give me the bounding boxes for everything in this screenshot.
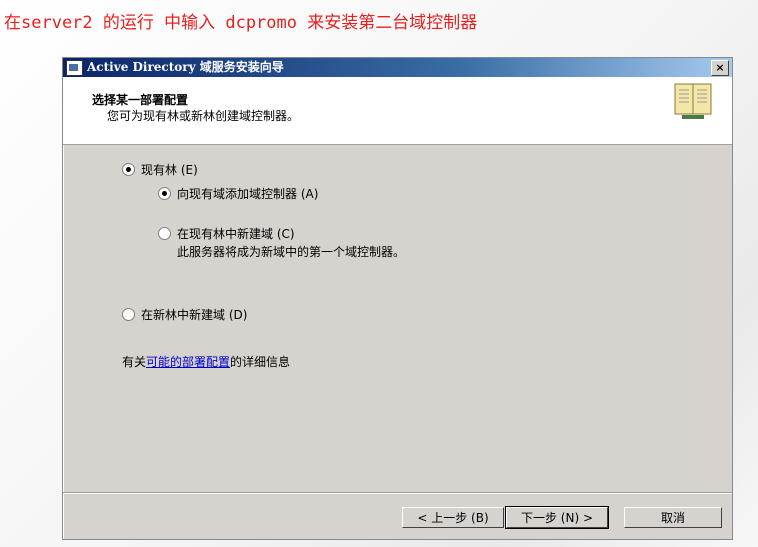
page-caption: 在server2 的运行 中输入 dcpromo 来安装第二台域控制器 bbox=[4, 13, 478, 33]
title-bar[interactable]: Active Directory 域服务安装向导 × bbox=[63, 58, 732, 77]
wizard-dialog: Active Directory 域服务安装向导 × 选择某一部署配置 您可为现… bbox=[62, 57, 733, 540]
radio-label: 在现有林中新建域 (C) bbox=[177, 227, 295, 241]
radio-label: 在新林中新建域 (D) bbox=[141, 308, 248, 322]
footer-separator bbox=[63, 492, 732, 494]
radio-unchecked-icon bbox=[158, 227, 171, 240]
window-title: Active Directory 域服务安装向导 bbox=[87, 60, 284, 74]
back-button[interactable]: < 上一步 (B) bbox=[402, 507, 504, 528]
radio-add-dc[interactable]: 向现有域添加域控制器 (A) bbox=[158, 185, 318, 202]
next-button[interactable]: 下一步 (N) > bbox=[505, 506, 609, 529]
radio-checked-icon bbox=[122, 163, 135, 176]
header-title: 选择某一部署配置 bbox=[92, 93, 189, 107]
header-subtitle: 您可为现有林或新林创建域控制器。 bbox=[107, 109, 300, 123]
book-icon bbox=[674, 83, 712, 119]
option-description: 此服务器将成为新域中的第一个域控制器。 bbox=[177, 245, 406, 259]
radio-checked-icon bbox=[158, 187, 171, 200]
wizard-header: 选择某一部署配置 您可为现有林或新林创建域控制器。 bbox=[63, 77, 732, 145]
info-suffix: 的详细信息 bbox=[230, 355, 291, 369]
radio-unchecked-icon bbox=[122, 308, 135, 321]
more-info-text: 有关可能的部署配置的详细信息 bbox=[122, 353, 290, 370]
radio-label: 现有林 (E) bbox=[141, 163, 198, 177]
radio-label: 向现有域添加域控制器 (A) bbox=[177, 187, 319, 201]
cancel-button[interactable]: 取消 bbox=[624, 507, 722, 528]
radio-existing-forest[interactable]: 现有林 (E) bbox=[122, 161, 198, 178]
close-button[interactable]: × bbox=[711, 60, 729, 76]
info-prefix: 有关 bbox=[122, 355, 147, 369]
radio-new-domain-existing-forest[interactable]: 在现有林中新建域 (C) bbox=[158, 225, 295, 242]
radio-new-forest[interactable]: 在新林中新建域 (D) bbox=[122, 306, 247, 323]
window-icon bbox=[66, 60, 83, 76]
deployment-config-link[interactable]: 可能的部署配置 bbox=[146, 355, 230, 369]
